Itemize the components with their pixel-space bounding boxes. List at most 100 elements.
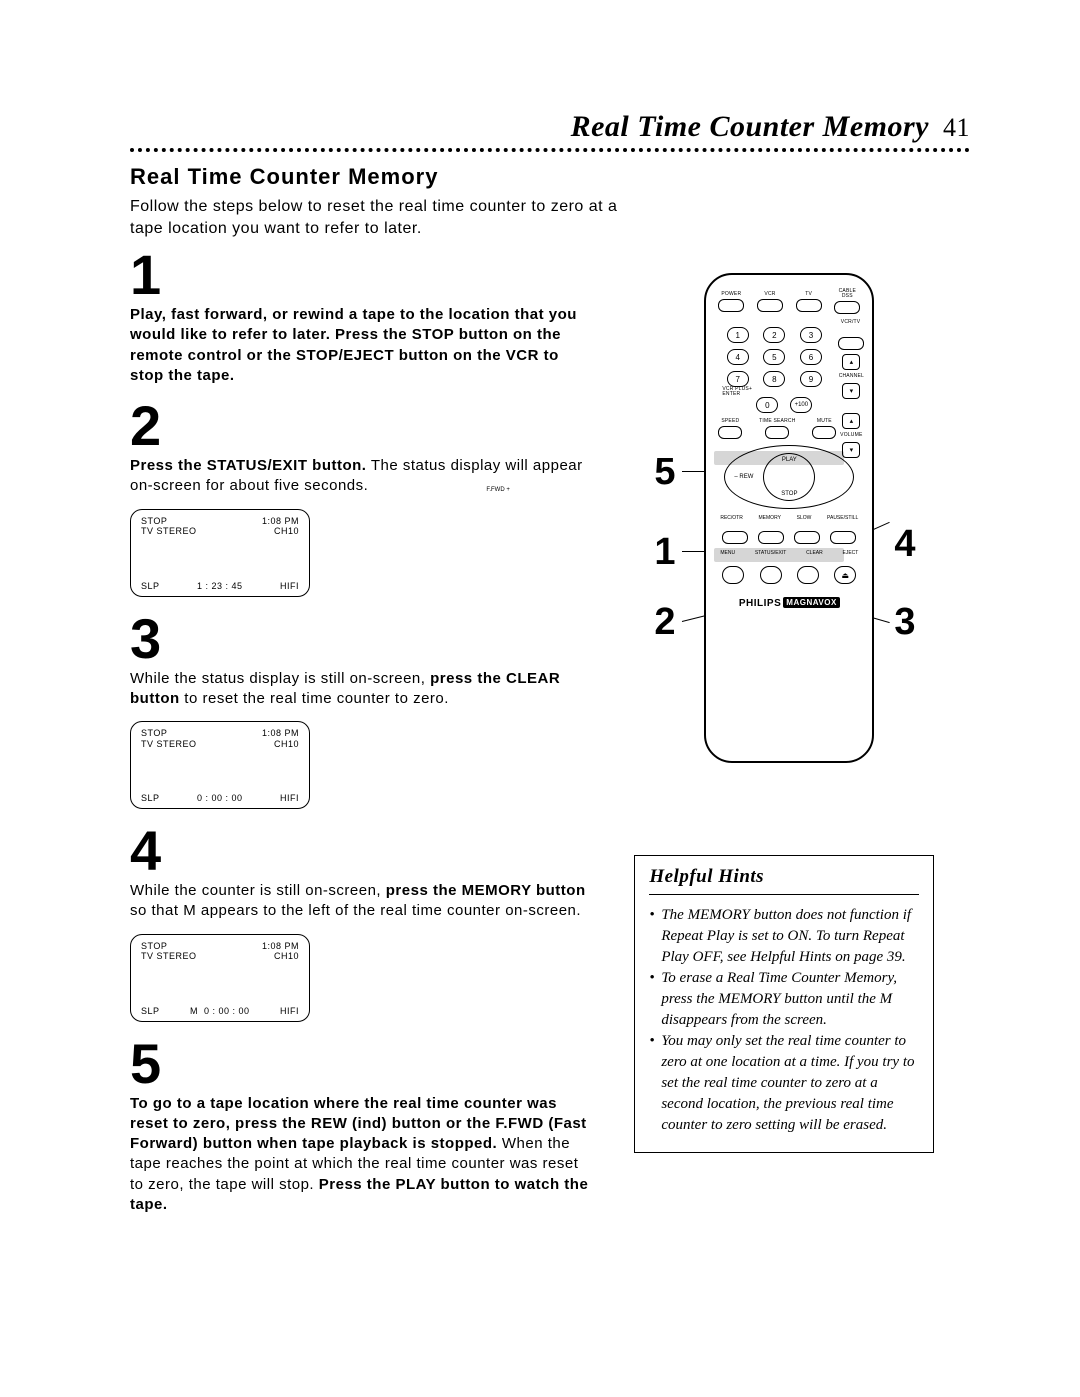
lbl-power: POWER xyxy=(721,292,741,297)
dpad-ffwd: F.FWD xyxy=(486,487,504,493)
btn-power xyxy=(718,299,744,312)
hints-title: Helpful Hints xyxy=(649,866,919,895)
page-header-title: Real Time Counter Memory xyxy=(571,110,929,143)
vcr-display-3: STOP1:08 PM TV STEREOCH10 SLP M 0 : 00 :… xyxy=(130,934,310,1022)
vcr-display-1: STOP1:08 PM TV STEREOCH10 SLP 1 : 23 : 4… xyxy=(130,509,310,597)
d3-m: M xyxy=(190,1006,198,1016)
lbl-timesearch: TIME SEARCH xyxy=(759,419,795,424)
callout-3: 3 xyxy=(894,603,915,641)
step-3-c: to reset the real time counter to zero. xyxy=(180,690,449,707)
btn-2: 2 xyxy=(763,327,785,343)
lbl-mute: MUTE xyxy=(817,419,832,424)
d3-slp: SLP xyxy=(141,1006,160,1017)
btn-eject: ⏏ xyxy=(834,566,856,584)
header-dots xyxy=(130,148,970,162)
btn-8: 8 xyxy=(763,371,785,387)
dpad-stop: STOP xyxy=(781,491,797,497)
brand: PHILIPSMAGNAVOX xyxy=(718,598,860,609)
lbl-vcrtv: VCR/TV xyxy=(718,320,860,325)
lbl-slow: SLOW xyxy=(797,515,812,521)
dpad: – REW F.FWD + PLAY STOP xyxy=(724,445,854,509)
btn-7: 7 xyxy=(727,371,749,387)
btn-slow xyxy=(794,531,820,544)
brand-magnavox: MAGNAVOX xyxy=(783,597,840,608)
btn-clear xyxy=(797,566,819,584)
btn-pause xyxy=(830,531,856,544)
lbl-channel: CHANNEL xyxy=(839,374,864,379)
hint-3: You may only set the real time counter t… xyxy=(649,1031,919,1136)
step-3-number: 3 xyxy=(130,611,594,667)
step-1-text: Play, fast forward, or rewind a tape to … xyxy=(130,305,594,386)
step-5-text: To go to a tape location where the real … xyxy=(130,1094,594,1216)
d3-hifi: HIFI xyxy=(280,1006,299,1017)
btn-1: 1 xyxy=(727,327,749,343)
btn-speed xyxy=(718,426,742,439)
btn-vol-up: ▴ xyxy=(842,413,860,429)
d1-stereo: TV STEREO xyxy=(141,526,197,537)
step-2-number: 2 xyxy=(130,398,594,454)
helpful-hints-box: Helpful Hints The MEMORY button does not… xyxy=(634,855,934,1153)
step-1-body: Play, fast forward, or rewind a tape to … xyxy=(130,306,577,384)
d3-stop: STOP xyxy=(141,941,167,952)
brand-philips: PHILIPS xyxy=(739,598,781,609)
lbl-recotr: REC/OTR xyxy=(720,515,743,521)
btn-5: 5 xyxy=(763,349,785,365)
btn-ch-dn: ▾ xyxy=(842,383,860,399)
btn-6: 6 xyxy=(800,349,822,365)
btn-memory xyxy=(758,531,784,544)
d2-ch: CH10 xyxy=(274,739,299,750)
step-4-text: While the counter is still on-screen, pr… xyxy=(130,881,594,922)
step-4-c: so that M appears to the left of the rea… xyxy=(130,902,581,919)
lbl-eject: EJECT xyxy=(843,550,859,556)
d2-hifi: HIFI xyxy=(280,793,299,804)
lbl-pause: PAUSE/STILL xyxy=(827,515,858,521)
lbl-cable: CABLE DSS xyxy=(839,289,856,299)
dpad-plus: + xyxy=(506,487,510,493)
lbl-tv: TV xyxy=(805,292,812,297)
lbl-volume: VOLUME xyxy=(840,433,862,438)
btn-100: +100 xyxy=(790,397,812,413)
d3-stereo: TV STEREO xyxy=(141,951,197,962)
channel-column: ▴ CHANNEL ▾ ▴ VOLUME ▾ xyxy=(838,337,864,458)
d1-stop: STOP xyxy=(141,516,167,527)
btn-timesearch xyxy=(765,426,789,439)
d2-stop: STOP xyxy=(141,728,167,739)
hint-2: To erase a Real Time Counter Memory, pre… xyxy=(649,968,919,1031)
btn-mute xyxy=(812,426,836,439)
lbl-memory: MEMORY xyxy=(759,515,781,521)
remote-diagram: 5 1 2 4 3 POWER VCR xyxy=(614,273,934,763)
section-title: Real Time Counter Memory xyxy=(130,164,970,190)
d3-ch: CH10 xyxy=(274,951,299,962)
callout-1: 1 xyxy=(654,533,675,571)
d2-counter: 0 : 00 : 00 xyxy=(197,793,243,803)
callout-4: 4 xyxy=(894,525,915,563)
remote-body: POWER VCR TV CABLE DSS VCR/TV 1 2 3 4 5 … xyxy=(704,273,874,763)
d2-stereo: TV STEREO xyxy=(141,739,197,750)
d1-ch: CH10 xyxy=(274,526,299,537)
btn-0: 0 xyxy=(756,397,778,413)
page-header: Real Time Counter Memory 41 xyxy=(130,110,970,144)
btn-9: 9 xyxy=(800,371,822,387)
d1-time: 1:08 PM xyxy=(262,516,299,527)
btn-vcr xyxy=(757,299,783,312)
d1-hifi: HIFI xyxy=(280,581,299,592)
step-3-text: While the status display is still on-scr… xyxy=(130,669,594,710)
btn-vcrtv xyxy=(838,337,864,350)
btn-tv xyxy=(796,299,822,312)
dpad-play: PLAY xyxy=(782,457,797,463)
step-2-bold: Press the STATUS/EXIT button. xyxy=(130,457,366,474)
step-4-a: While the counter is still on-screen, xyxy=(130,882,386,899)
btn-status xyxy=(760,566,782,584)
vcr-display-2: STOP 1:08 PM TV STEREO CH10 SLP 0 : 00 : 0… xyxy=(130,721,310,809)
step-4-number: 4 xyxy=(130,823,594,879)
step-5-number: 5 xyxy=(130,1036,594,1092)
btn-menu xyxy=(722,566,744,584)
d3-counter: 0 : 00 : 00 xyxy=(204,1006,250,1016)
d1-counter: 1 : 23 : 45 xyxy=(197,581,243,591)
d2-slp: SLP xyxy=(141,793,160,804)
lbl-speed: SPEED xyxy=(721,419,739,424)
intro-text: Follow the steps below to reset the real… xyxy=(130,196,650,239)
lbl-vcr: VCR xyxy=(764,292,775,297)
d2-time: 1:08 PM xyxy=(262,728,299,739)
callout-2: 2 xyxy=(654,603,675,641)
